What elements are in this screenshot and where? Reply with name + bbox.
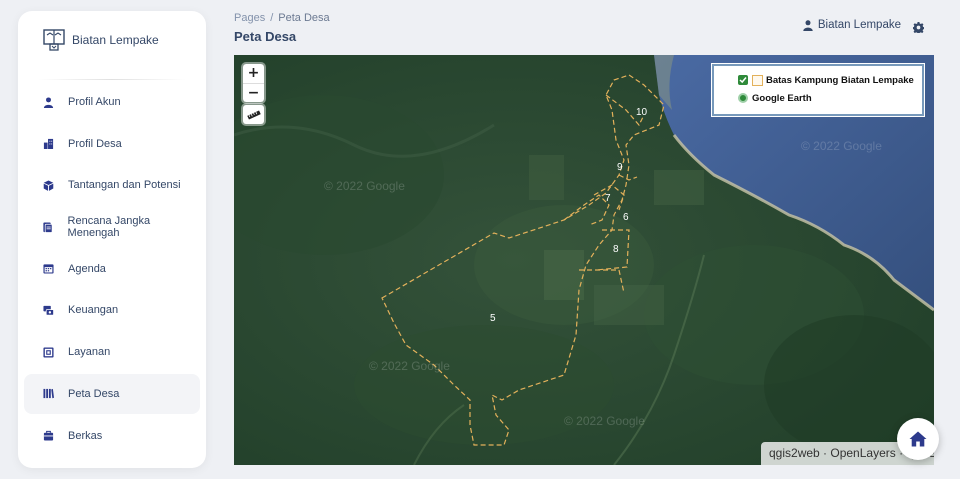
ruler-icon (246, 109, 261, 120)
sidebar-item-rencana-jangka-menengah[interactable]: Rencana Jangka Menengah (24, 207, 200, 247)
boundary-swatch (752, 74, 763, 86)
page-title: Peta Desa (234, 29, 297, 44)
region-label-10: 10 (636, 107, 648, 118)
satellite-imagery: 5 6 7 8 9 10 (234, 55, 934, 465)
sidebar-item-agenda[interactable]: Agenda (24, 249, 200, 289)
breadcrumb-separator: / (270, 12, 274, 24)
map-watermark: © 2022 Google (564, 414, 645, 428)
sidebar-item-tantangan-dan-potensi[interactable]: Tantangan dan Potensi (24, 165, 200, 205)
sidebar-item-layanan[interactable]: Layanan (24, 332, 200, 372)
region-label-9: 9 (617, 162, 623, 173)
user-name: Biatan Lempake (817, 19, 901, 31)
sidebar-item-label: Tantangan dan Potensi (68, 179, 181, 192)
sidebar-item-profil-akun[interactable]: Profil Akun (24, 82, 200, 122)
money-icon (42, 304, 54, 316)
document-icon (42, 221, 54, 233)
zoom-out-button[interactable]: − (243, 83, 264, 102)
calendar-icon (42, 263, 54, 275)
legend-row-boundary[interactable]: Batas Kampung Biatan Lempake (738, 71, 922, 89)
sidebar-nav: Profil Akun Profil Desa Tantangan dan Po… (24, 82, 200, 457)
brand-logo-icon (43, 29, 65, 51)
sidebar-item-label: Profil Akun (68, 96, 121, 108)
sidebar-item-label: Keuangan (68, 304, 119, 317)
checkbox-icon[interactable] (738, 75, 748, 85)
region-label-6: 6 (623, 212, 629, 223)
bag-icon (42, 430, 54, 442)
village-map[interactable]: 5 6 7 8 9 10 © 2022 Google © 2022 Google… (234, 55, 934, 465)
user-menu[interactable]: Biatan Lempake (803, 19, 901, 31)
sidebar-item-label: Rencana Jangka Menengah (67, 215, 151, 240)
map-watermark: © 2022 Google (324, 179, 405, 193)
map-books-icon (42, 388, 54, 400)
sidebar-divider (38, 79, 186, 80)
breadcrumb-current: Peta Desa (278, 12, 330, 24)
breadcrumb: Pages / Peta Desa (234, 12, 330, 24)
region-label-7: 7 (605, 193, 611, 204)
sidebar-item-label: Berkas (68, 429, 103, 442)
legend-label-boundary: Batas Kampung Biatan Lempake (766, 74, 914, 86)
user-icon (803, 19, 813, 31)
gear-icon[interactable] (912, 20, 925, 35)
user-icon (42, 96, 54, 108)
cube-icon (42, 179, 54, 191)
map-watermark: © 2022 Google (369, 359, 450, 373)
home-icon (909, 431, 927, 447)
sidebar-item-label: Layanan (68, 346, 111, 359)
map-watermark: © 2022 Google (801, 139, 882, 153)
sidebar-item-keuangan[interactable]: Keuangan (24, 290, 200, 330)
sidebar-item-profil-desa[interactable]: Profil Desa (24, 124, 200, 164)
brand-name: Biatan Lempake (72, 33, 159, 47)
sidebar: Biatan Lempake Profil Akun Profil Desa T… (18, 11, 206, 468)
breadcrumb-root[interactable]: Pages (234, 12, 265, 24)
region-label-5: 5 (490, 313, 496, 324)
building-icon (42, 138, 54, 150)
measure-button[interactable] (243, 105, 264, 124)
legend-label-basemap: Google Earth (752, 92, 812, 104)
zoom-in-button[interactable]: + (243, 64, 264, 83)
sidebar-item-label: Peta Desa (68, 387, 120, 400)
sidebar-item-label: Profil Desa (68, 137, 122, 150)
service-icon (42, 346, 54, 358)
zoom-control: + − (243, 64, 264, 102)
brand[interactable]: Biatan Lempake (18, 11, 206, 69)
legend-row-basemap[interactable]: Google Earth (738, 89, 922, 107)
radio-icon[interactable] (738, 93, 748, 103)
sidebar-item-berkas[interactable]: Berkas (24, 416, 200, 456)
sidebar-item-label: Agenda (68, 262, 106, 275)
region-label-8: 8 (613, 244, 619, 255)
sidebar-item-peta-desa[interactable]: Peta Desa (24, 373, 200, 414)
home-button[interactable] (897, 418, 939, 460)
layer-legend: Batas Kampung Biatan Lempake Google Eart… (712, 64, 924, 116)
